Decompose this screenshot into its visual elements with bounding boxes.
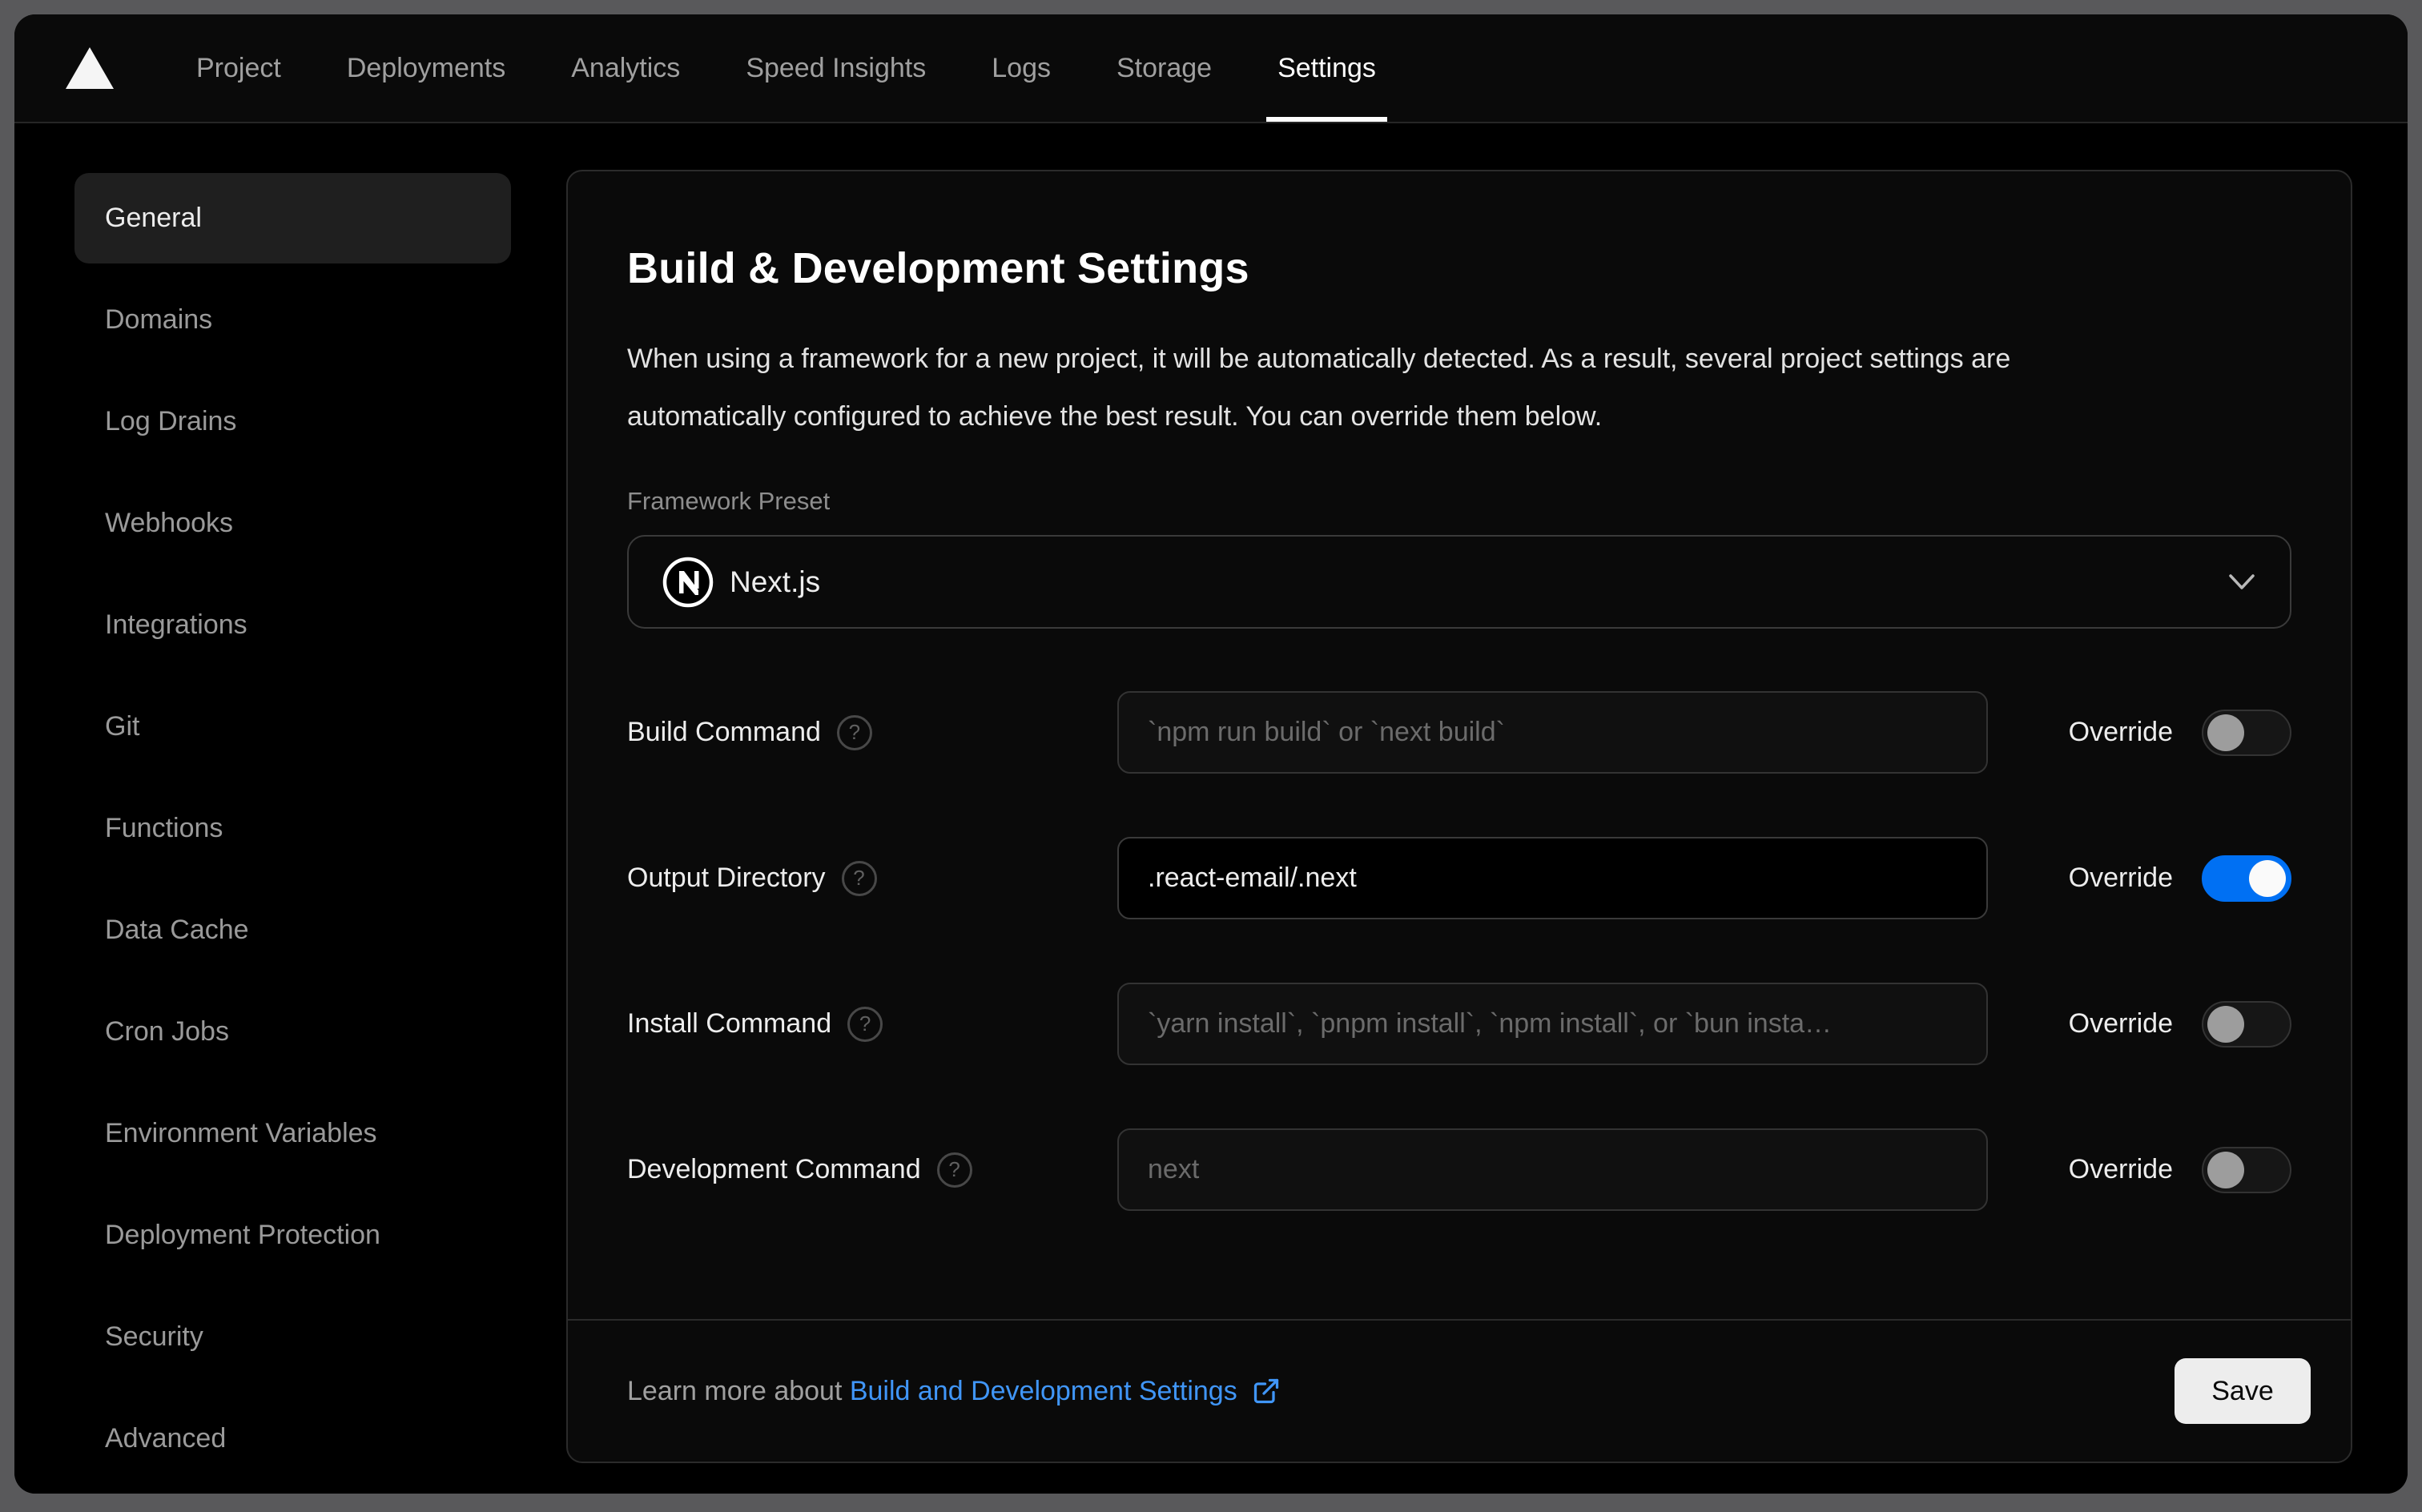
toggle-knob (2207, 1151, 2244, 1188)
sidebar-item-git[interactable]: Git (74, 682, 511, 772)
framework-preset-label: Framework Preset (627, 487, 831, 515)
tab-project[interactable]: Project (185, 14, 292, 122)
sidebar-item-deployment-protection[interactable]: Deployment Protection (74, 1190, 511, 1281)
help-icon[interactable]: ? (847, 1006, 883, 1042)
override-label: Override (2068, 863, 2173, 893)
doc-link-label: Build and Development Settings (849, 1375, 1237, 1406)
learn-more-prefix: Learn more about (627, 1375, 850, 1406)
row-output-directory: Output Directory ? Override (627, 837, 2291, 919)
save-button[interactable]: Save (2175, 1358, 2311, 1424)
setting-label: Build Command (627, 717, 821, 747)
row-build-command: Build Command ? Override (627, 691, 2291, 774)
chevron-down-icon (2229, 573, 2255, 589)
override-label: Override (2068, 1154, 2173, 1184)
sidebar-item-log-drains[interactable]: Log Drains (74, 376, 511, 467)
sidebar-item-environment-variables[interactable]: Environment Variables (74, 1088, 511, 1179)
row-development-command: Development Command ? Override (627, 1128, 2291, 1211)
page-title: Build & Development Settings (627, 244, 1249, 292)
nav-tabs: Project Deployments Analytics Speed Insight… (163, 14, 1409, 122)
help-icon[interactable]: ? (836, 714, 872, 750)
framework-preset-select[interactable]: Next.js (627, 535, 2291, 629)
build-command-override-toggle[interactable] (2202, 709, 2291, 756)
sidebar-item-data-cache[interactable]: Data Cache (74, 885, 511, 975)
card-description: When using a framework for a new project… (627, 344, 2011, 432)
sidebar-item-domains[interactable]: Domains (74, 275, 511, 365)
tab-logs[interactable]: Logs (980, 14, 1062, 122)
development-command-override-toggle[interactable] (2202, 1146, 2291, 1193)
content-area: General Domains Log Drains Webhooks Integrat… (14, 123, 2408, 1494)
external-link-icon (1253, 1378, 1278, 1404)
app-window: Project Deployments Analytics Speed Insight… (14, 14, 2408, 1494)
tab-speed-insights[interactable]: Speed Insights (734, 14, 937, 122)
settings-rows: Build Command ? Override Output Director… (627, 691, 2291, 1211)
vercel-triangle-icon (66, 47, 114, 89)
top-nav: Project Deployments Analytics Speed Insight… (14, 14, 2408, 123)
toggle-knob (2207, 1005, 2244, 1043)
sidebar-item-security[interactable]: Security (74, 1292, 511, 1382)
tab-settings[interactable]: Settings (1266, 14, 1387, 122)
sidebar-item-general[interactable]: General (74, 173, 511, 263)
toggle-knob (2207, 714, 2244, 751)
tab-analytics[interactable]: Analytics (560, 14, 691, 122)
toggle-knob (2249, 859, 2286, 897)
override-label: Override (2068, 717, 2173, 747)
nextjs-logo-icon (662, 557, 714, 607)
build-settings-card: Build & Development Settings When using … (566, 170, 2352, 1463)
card-body: Build & Development Settings When using … (568, 171, 2351, 1319)
setting-label: Output Directory (627, 863, 826, 893)
sidebar-item-advanced[interactable]: Advanced (74, 1393, 511, 1484)
help-icon[interactable]: ? (936, 1152, 972, 1188)
sidebar-item-webhooks[interactable]: Webhooks (74, 478, 511, 569)
settings-sidebar: General Domains Log Drains Webhooks Integrat… (14, 123, 566, 1494)
vercel-logo[interactable] (66, 14, 114, 122)
install-command-override-toggle[interactable] (2202, 1000, 2291, 1048)
override-label: Override (2068, 1008, 2173, 1039)
tab-deployments[interactable]: Deployments (336, 14, 517, 122)
framework-preset-value: Next.js (730, 565, 821, 598)
main-area: Build & Development Settings When using … (566, 123, 2408, 1494)
row-install-command: Install Command ? Override (627, 983, 2291, 1065)
setting-label: Install Command (627, 1008, 832, 1039)
learn-more-text: Learn more about Build and Development S… (627, 1376, 1281, 1407)
card-footer: Learn more about Build and Development S… (568, 1319, 2351, 1462)
development-command-input[interactable] (1117, 1128, 1988, 1211)
output-directory-input[interactable] (1117, 837, 1988, 919)
sidebar-item-functions[interactable]: Functions (74, 783, 511, 874)
tab-storage[interactable]: Storage (1105, 14, 1223, 122)
output-directory-override-toggle[interactable] (2202, 855, 2291, 902)
setting-label: Development Command (627, 1154, 921, 1184)
build-settings-doc-link[interactable]: Build and Development Settings (850, 1376, 1281, 1407)
build-command-input[interactable] (1117, 691, 1988, 774)
install-command-input[interactable] (1117, 983, 1988, 1065)
sidebar-item-integrations[interactable]: Integrations (74, 580, 511, 670)
sidebar-item-cron-jobs[interactable]: Cron Jobs (74, 987, 511, 1077)
help-icon[interactable]: ? (841, 860, 877, 896)
